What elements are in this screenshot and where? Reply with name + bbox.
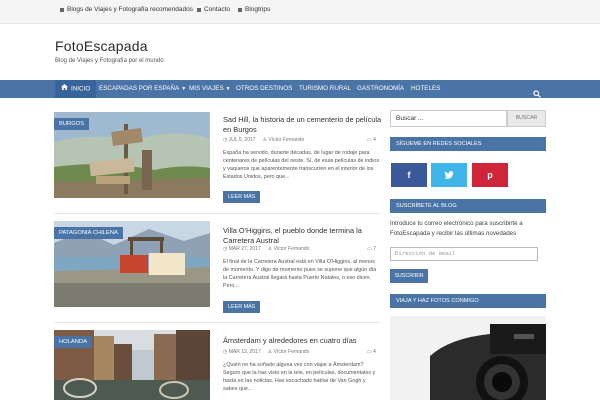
user-icon: ♙ bbox=[262, 137, 267, 143]
post-card: HOLANDA Ámsterdam y alrededores en cuatr… bbox=[54, 330, 380, 400]
top-bar: Blogs de Viajes y Fotografía recomendado… bbox=[0, 0, 600, 24]
nav-item-turismo-rural[interactable]: TURISMO RURAL bbox=[299, 80, 351, 98]
twitter-icon[interactable] bbox=[431, 163, 467, 187]
post-meta: ◷ MAR 13, 2017 ♙ Víctor Fernando ▭ 4 bbox=[223, 349, 376, 355]
home-icon bbox=[61, 80, 68, 98]
post-title[interactable]: Villa O'Higgins, el pueblo donde termina… bbox=[223, 226, 383, 245]
clock-icon: ◷ bbox=[223, 137, 228, 143]
widget-title-photos: VIAJA Y HAZ FOTOS CONMIGO bbox=[390, 294, 546, 308]
category-badge[interactable]: HOLANDA bbox=[54, 336, 93, 348]
square-bullet-icon bbox=[238, 7, 242, 12]
comment-icon: ▭ bbox=[367, 137, 372, 143]
clock-icon: ◷ bbox=[223, 349, 228, 355]
subscribe-description: Introduce tu correo electrónico para sus… bbox=[390, 220, 523, 237]
site-tagline: Blog de Viajes y Fotografía por el mundo bbox=[55, 58, 164, 64]
widget-title-social: SÍGUEME EN REDES SOCIALES bbox=[390, 137, 546, 151]
nav-item-gastronomia[interactable]: GASTRONOMÍA bbox=[357, 80, 404, 98]
topbar-link-blogtrips[interactable]: Blogtrips bbox=[238, 6, 270, 13]
post-title[interactable]: Sad Hill, la historia de un cementerio d… bbox=[223, 115, 383, 134]
camera-photo[interactable] bbox=[390, 316, 546, 400]
post-date: MAR 27, 2017 bbox=[228, 246, 261, 252]
post-divider bbox=[54, 322, 380, 323]
post-thumbnail[interactable]: BURGOS bbox=[54, 112, 210, 198]
post-excerpt: ¿Quién no ha soñado alguna vez con viaja… bbox=[223, 362, 376, 392]
post-card: BURGOS Sad Hill, la historia de un cemen… bbox=[54, 112, 383, 208]
user-icon: ♙ bbox=[267, 246, 273, 252]
subscribe-button[interactable]: SUSCRIBIR bbox=[390, 269, 428, 283]
comments-count[interactable]: ▭ 7 bbox=[367, 246, 376, 252]
post-title[interactable]: Ámsterdam y alrededores en cuatro días bbox=[223, 336, 383, 346]
user-icon: ♙ bbox=[267, 349, 273, 355]
nav-item-escapadas[interactable]: ESCAPADAS POR ESPAÑA ▼ bbox=[99, 80, 186, 98]
category-badge[interactable]: PATAGONIA CHILENA bbox=[54, 227, 123, 239]
post-thumbnail[interactable]: PATAGONIA CHILENA bbox=[54, 221, 210, 307]
pinterest-icon[interactable]: p bbox=[472, 163, 508, 187]
nav-item-hoteles[interactable]: HOTELES bbox=[411, 80, 440, 98]
nav-item-mis-viajes[interactable]: MIS VIAJES ▼ bbox=[189, 80, 231, 98]
post-excerpt: España ha servido, durante décadas, de l… bbox=[223, 150, 380, 180]
post-author[interactable]: Víctor Fernando bbox=[274, 246, 310, 252]
main-nav: INICIO ESCAPADAS POR ESPAÑA ▼ MIS VIAJES ▼… bbox=[0, 80, 600, 98]
comments-count[interactable]: ▭ 4 bbox=[367, 137, 376, 143]
square-bullet-icon bbox=[60, 7, 64, 12]
post-thumbnail[interactable]: HOLANDA bbox=[54, 330, 210, 400]
read-more-button[interactable]: LEER MÁS bbox=[223, 301, 261, 313]
post-date: MAR 13, 2017 bbox=[228, 349, 261, 355]
search-icon[interactable] bbox=[533, 85, 541, 98]
post-meta: ◷ MAR 27, 2017 ♙ Víctor Fernando ▭ 7 bbox=[223, 246, 376, 252]
search-input[interactable]: Buscar ... bbox=[390, 110, 507, 127]
read-more-button[interactable]: LEER MÁS bbox=[223, 191, 261, 203]
comments-count[interactable]: ▭ 4 bbox=[367, 349, 376, 355]
nav-item-inicio[interactable]: INICIO bbox=[55, 80, 97, 98]
topbar-link-blogs[interactable]: Blogs de Viajes y Fotografía recomendado… bbox=[60, 6, 193, 13]
post-card: PATAGONIA CHILENA Villa O'Higgins, el pu… bbox=[54, 221, 380, 317]
nav-item-otros-destinos[interactable]: OTROS DESTINOS bbox=[236, 80, 292, 98]
facebook-icon[interactable]: f bbox=[391, 163, 427, 187]
search-button[interactable]: BUSCAR bbox=[507, 110, 546, 127]
site-title[interactable]: FotoEscapada bbox=[55, 38, 148, 54]
widget-title-subscribe: SUSCRÍBETE AL BLOG bbox=[390, 199, 546, 213]
post-date: JUL 5, 2017 bbox=[228, 137, 256, 143]
topbar-link-contacto[interactable]: Contacto bbox=[197, 6, 230, 13]
post-meta: ◷ JUL 5, 2017 ♙ Víctor Fernando ▭ 4 bbox=[223, 137, 376, 143]
caret-down-icon: ▼ bbox=[225, 86, 231, 92]
post-author[interactable]: Víctor Fernando bbox=[268, 137, 304, 143]
comment-icon: ▭ bbox=[367, 349, 372, 355]
clock-icon: ◷ bbox=[223, 246, 228, 252]
caret-down-icon: ▼ bbox=[181, 86, 187, 92]
category-badge[interactable]: BURGOS bbox=[54, 118, 90, 130]
post-author[interactable]: Víctor Fernando bbox=[274, 349, 310, 355]
post-divider bbox=[54, 213, 380, 214]
post-excerpt: El final de la Carretera Austral está en… bbox=[223, 259, 377, 289]
email-field[interactable]: Dirección de email bbox=[390, 247, 538, 261]
square-bullet-icon bbox=[197, 7, 201, 12]
comment-icon: ▭ bbox=[367, 246, 372, 252]
